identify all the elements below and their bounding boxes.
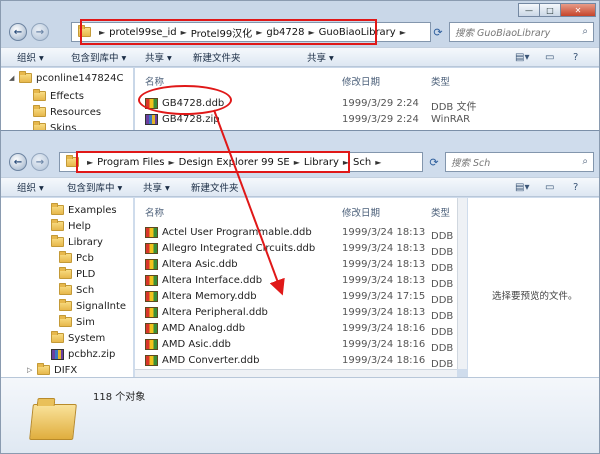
annotation-arrow [213, 109, 285, 296]
